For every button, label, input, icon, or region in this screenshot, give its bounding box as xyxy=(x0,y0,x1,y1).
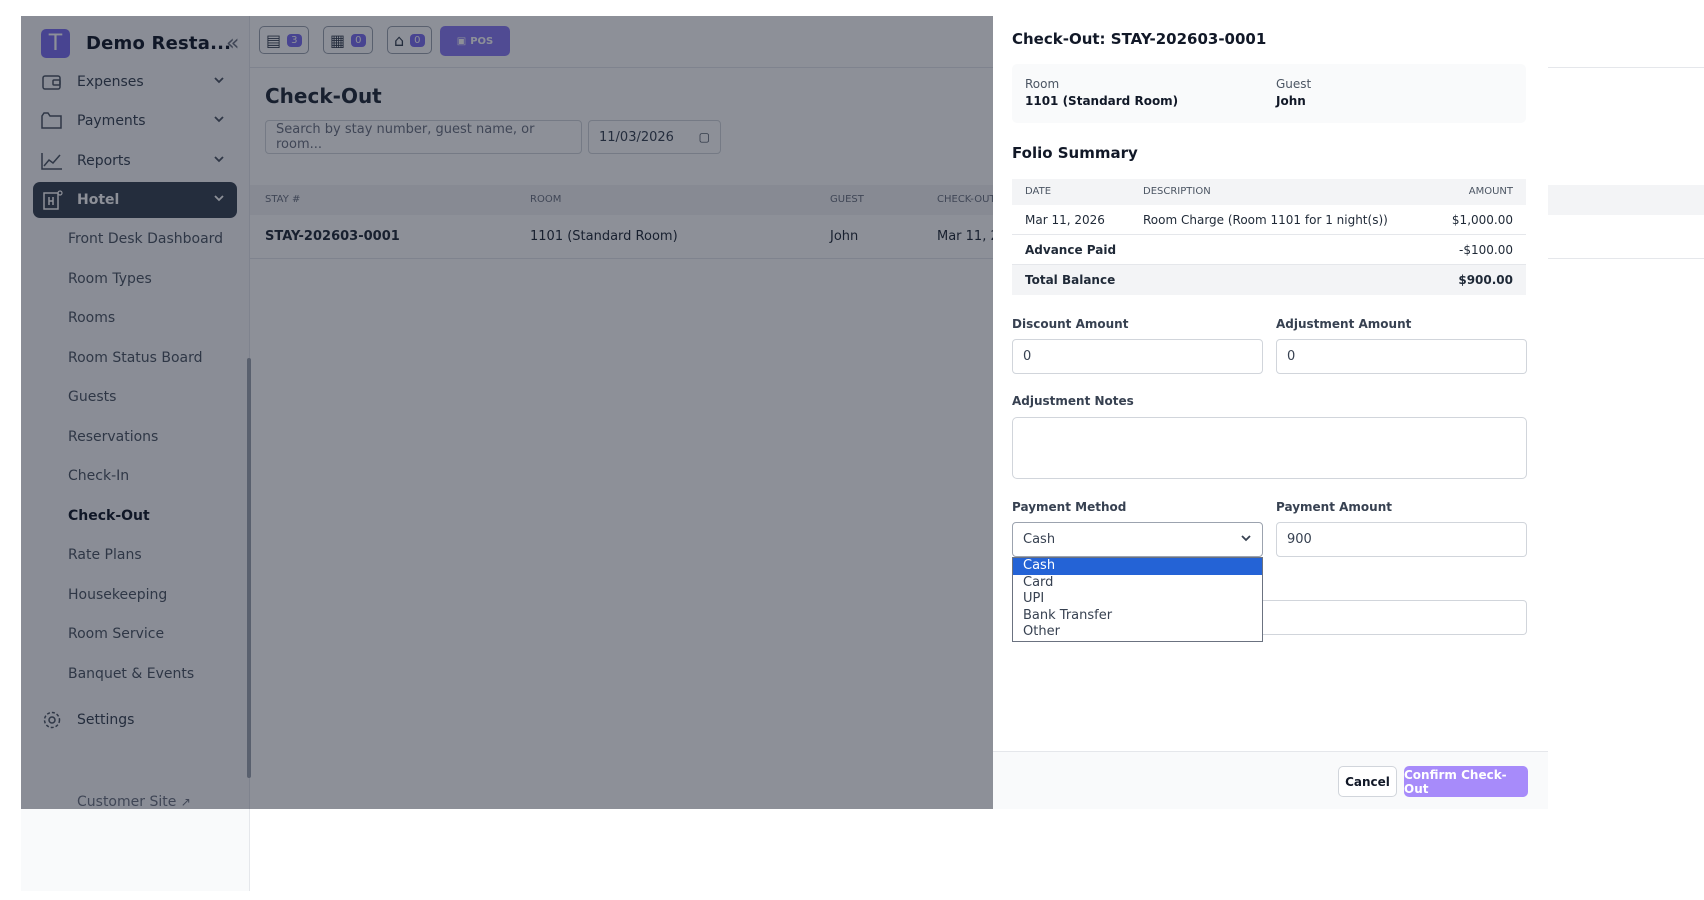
chevron-down-icon xyxy=(1240,532,1252,548)
advance-paid-row: Advance Paid -$100.00 xyxy=(1012,235,1526,265)
folio-table: DATE DESCRIPTION AMOUNT Mar 11, 2026 Roo… xyxy=(1012,179,1526,295)
discount-field[interactable]: 0 xyxy=(1012,339,1263,374)
discount-label: Discount Amount xyxy=(1012,317,1129,331)
reference-field[interactable] xyxy=(1263,600,1527,635)
guest-value: John xyxy=(1276,94,1306,108)
cancel-button[interactable]: Cancel xyxy=(1338,766,1397,797)
confirm-checkout-button[interactable]: Confirm Check-Out xyxy=(1404,766,1528,797)
payment-method-label: Payment Method xyxy=(1012,500,1127,514)
advance-amount: -$100.00 xyxy=(1459,243,1513,257)
folio-summary-title: Folio Summary xyxy=(1012,144,1138,162)
payment-option-card[interactable]: Card xyxy=(1013,575,1262,592)
column-header: DESCRIPTION xyxy=(1143,186,1211,197)
payment-amount-label: Payment Amount xyxy=(1276,500,1392,514)
adjustment-field[interactable]: 0 xyxy=(1276,339,1527,374)
payment-option-other[interactable]: Other xyxy=(1013,624,1262,641)
advance-label: Advance Paid xyxy=(1025,243,1117,257)
payment-amount-field[interactable]: 900 xyxy=(1276,522,1527,557)
folio-header: DATE DESCRIPTION AMOUNT xyxy=(1012,179,1526,205)
checkout-drawer: Check-Out: STAY-202603-0001 Room 1101 (S… xyxy=(993,16,1548,809)
stay-info-card: Room 1101 (Standard Room) Guest John xyxy=(1012,64,1526,123)
folio-date: Mar 11, 2026 xyxy=(1025,213,1105,227)
total-label: Total Balance xyxy=(1025,273,1116,287)
folio-description: Room Charge (Room 1101 for 1 night(s)) xyxy=(1143,213,1388,227)
adjustment-notes-textarea[interactable] xyxy=(1012,417,1527,479)
payment-method-dropdown: Cash Card UPI Bank Transfer Other xyxy=(1012,557,1263,642)
drawer-footer: Cancel Confirm Check-Out xyxy=(993,751,1548,809)
adjustment-label: Adjustment Amount xyxy=(1276,317,1412,331)
payment-option-cash[interactable]: Cash xyxy=(1013,558,1262,575)
folio-amount: $1,000.00 xyxy=(1451,213,1513,227)
room-label: Room xyxy=(1025,77,1060,91)
folio-row: Mar 11, 2026 Room Charge (Room 1101 for … xyxy=(1012,205,1526,235)
payment-method-select[interactable]: Cash xyxy=(1012,522,1263,557)
total-balance-row: Total Balance $900.00 xyxy=(1012,265,1526,295)
column-header: AMOUNT xyxy=(1468,186,1513,197)
guest-label: Guest xyxy=(1276,77,1312,91)
payment-option-bank-transfer[interactable]: Bank Transfer xyxy=(1013,608,1262,625)
room-value: 1101 (Standard Room) xyxy=(1025,94,1179,108)
total-amount: $900.00 xyxy=(1458,273,1513,287)
adjustment-notes-label: Adjustment Notes xyxy=(1012,394,1134,408)
payment-option-upi[interactable]: UPI xyxy=(1013,591,1262,608)
column-header: DATE xyxy=(1025,186,1052,197)
payment-method-value: Cash xyxy=(1023,532,1056,547)
drawer-title: Check-Out: STAY-202603-0001 xyxy=(1012,30,1267,48)
modal-backdrop[interactable] xyxy=(21,16,993,809)
